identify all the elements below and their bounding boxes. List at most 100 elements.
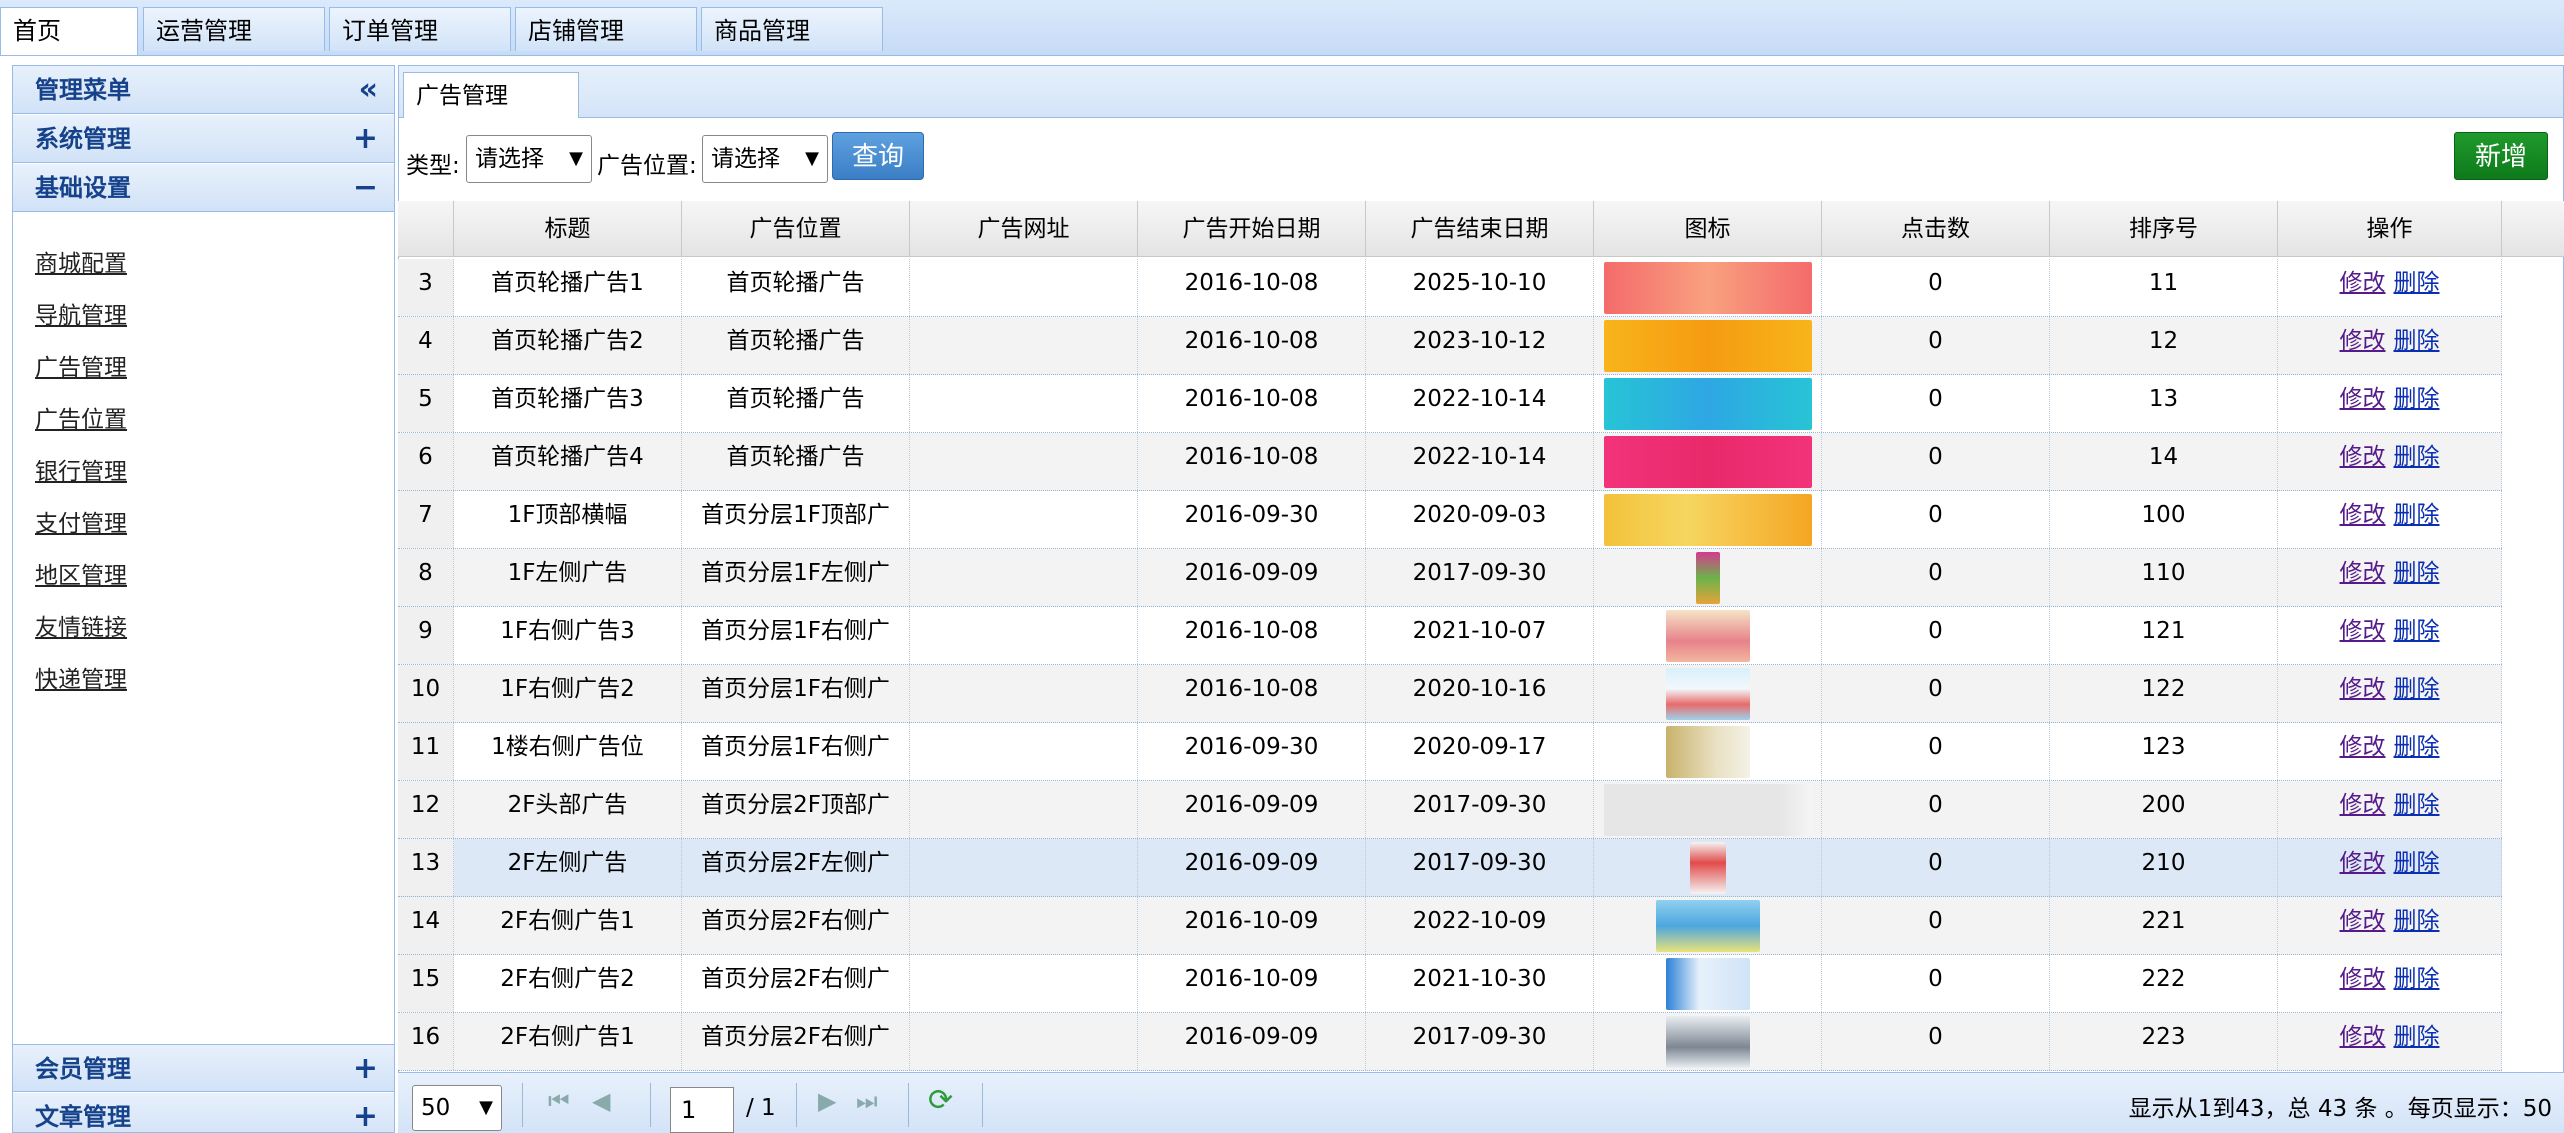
page-size-select[interactable]: 50 ▼ [412, 1085, 502, 1131]
edit-link[interactable]: 修改 [2340, 502, 2386, 528]
header-start-date[interactable]: 广告开始日期 [1138, 201, 1366, 257]
row-number: 10 [398, 665, 454, 722]
ad-thumbnail-image [1604, 436, 1812, 488]
edit-link[interactable]: 修改 [2340, 966, 2386, 992]
top-tab-operations[interactable]: 运营管理 [143, 7, 325, 51]
prev-page-icon[interactable]: ◀ [592, 1087, 610, 1115]
edit-link[interactable]: 修改 [2340, 676, 2386, 702]
table-row[interactable]: 3 首页轮播广告1 首页轮播广告 2016-10-08 2025-10-10 0 11 修改删… [398, 259, 2502, 317]
cell-actions: 修改 删除 [2278, 433, 2502, 490]
edit-link[interactable]: 修改 [2340, 328, 2386, 354]
cell-position: 首页轮播广告 [682, 433, 910, 490]
top-tab-home[interactable]: 首页 [0, 7, 138, 55]
cell-icon [1594, 491, 1822, 548]
sidebar-link-nav-manage[interactable]: 导航管理 [35, 296, 127, 330]
cell-order: 223 [2050, 1013, 2278, 1070]
edit-link[interactable]: 修改 [2340, 1024, 2386, 1050]
sidebar-group-basic-settings[interactable]: 基础设置 − [13, 164, 394, 212]
cell-icon [1594, 607, 1822, 664]
ad-thumbnail-image [1666, 958, 1750, 1010]
table-row[interactable]: 14 2F右侧广告1 首页分层2F右侧广 2016-10-09 2022-10-09 0 2… [398, 897, 2502, 955]
delete-link[interactable]: 删除 [2394, 502, 2440, 528]
sidebar-link-ad-position[interactable]: 广告位置 [35, 400, 127, 434]
sidebar-title[interactable]: 管理菜单 « [13, 66, 394, 114]
edit-link[interactable]: 修改 [2340, 270, 2386, 296]
sidebar-link-mall-config[interactable]: 商城配置 [35, 244, 127, 278]
collapse-group-icon[interactable]: − [353, 164, 378, 212]
cell-end-date: 2022-10-14 [1366, 375, 1594, 432]
table-row[interactable]: 16 2F右侧广告1 首页分层2F右侧广 2016-09-09 2017-09-30 0 2… [398, 1013, 2502, 1071]
table-row[interactable]: 12 2F头部广告 首页分层2F顶部广 2016-09-09 2017-09-30 0 20… [398, 781, 2502, 839]
sidebar-link-express-manage[interactable]: 快递管理 [35, 660, 127, 694]
table-row[interactable]: 11 1楼右侧广告位 首页分层1F右侧广 2016-09-30 2020-09-17 0 1… [398, 723, 2502, 781]
table-row[interactable]: 8 1F左侧广告 首页分层1F左侧广 2016-09-09 2017-09-30 0 110… [398, 549, 2502, 607]
sidebar-link-friend-links[interactable]: 友情链接 [35, 608, 127, 642]
last-page-icon[interactable]: ⏭ [856, 1087, 878, 1115]
pager-separator [522, 1083, 523, 1127]
next-page-icon[interactable]: ▶ [818, 1087, 836, 1115]
edit-link[interactable]: 修改 [2340, 444, 2386, 470]
header-title[interactable]: 标题 [454, 201, 682, 257]
delete-link[interactable]: 删除 [2394, 560, 2440, 586]
delete-link[interactable]: 删除 [2394, 676, 2440, 702]
refresh-icon[interactable]: ⟳ [928, 1083, 953, 1118]
cell-position: 首页轮播广告 [682, 259, 910, 316]
delete-link[interactable]: 删除 [2394, 1024, 2440, 1050]
table-row[interactable]: 5 首页轮播广告3 首页轮播广告 2016-10-08 2022-10-14 0 13 修改删… [398, 375, 2502, 433]
delete-link[interactable]: 删除 [2394, 908, 2440, 934]
delete-link[interactable]: 删除 [2394, 328, 2440, 354]
header-order[interactable]: 排序号 [2050, 201, 2278, 257]
expand-icon[interactable]: + [353, 1045, 378, 1093]
first-page-icon[interactable]: ⏮ [548, 1087, 570, 1115]
table-row[interactable]: 10 1F右侧广告2 首页分层1F右侧广 2016-10-08 2020-10-16 0 1… [398, 665, 2502, 723]
header-clicks[interactable]: 点击数 [1822, 201, 2050, 257]
delete-link[interactable]: 删除 [2394, 792, 2440, 818]
delete-link[interactable]: 删除 [2394, 734, 2440, 760]
delete-link[interactable]: 删除 [2394, 270, 2440, 296]
sidebar-link-region-manage[interactable]: 地区管理 [35, 556, 127, 590]
cell-url [910, 259, 1138, 316]
header-url[interactable]: 广告网址 [910, 201, 1138, 257]
table-row[interactable]: 7 1F顶部横幅 首页分层1F顶部广 2016-09-30 2020-09-03 0 100… [398, 491, 2502, 549]
table-row[interactable]: 9 1F右侧广告3 首页分层1F右侧广 2016-10-08 2021-10-07 0 12… [398, 607, 2502, 665]
sidebar-group-label: 会员管理 [35, 1055, 131, 1083]
expand-icon[interactable]: + [353, 1093, 378, 1132]
pager: 50 ▼ ⏮ ◀ 1 / 1 ▶ ⏭ ⟳ 显示从1到43，总 43 条 。每页显… [398, 1072, 2564, 1133]
sidebar-group-members[interactable]: 会员管理 + [13, 1044, 394, 1092]
collapse-icon[interactable]: « [359, 66, 378, 114]
delete-link[interactable]: 删除 [2394, 444, 2440, 470]
current-page-input[interactable]: 1 [670, 1087, 734, 1133]
edit-link[interactable]: 修改 [2340, 792, 2386, 818]
table-row[interactable]: 13 2F左侧广告 首页分层2F左侧广 2016-09-09 2017-09-30 0 21… [398, 839, 2502, 897]
table-row[interactable]: 4 首页轮播广告2 首页轮播广告 2016-10-08 2023-10-12 0 12 修改删… [398, 317, 2502, 375]
delete-link[interactable]: 删除 [2394, 850, 2440, 876]
edit-link[interactable]: 修改 [2340, 618, 2386, 644]
table-row[interactable]: 15 2F右侧广告2 首页分层2F右侧广 2016-10-09 2021-10-30 0 2… [398, 955, 2502, 1013]
grid-header: 标题 广告位置 广告网址 广告开始日期 广告结束日期 图标 点击数 排序号 操作 [398, 201, 2564, 257]
edit-link[interactable]: 修改 [2340, 560, 2386, 586]
cell-title: 首页轮播广告2 [454, 317, 682, 374]
grid-wrapper: 标题 广告位置 广告网址 广告开始日期 广告结束日期 图标 点击数 排序号 操作… [398, 0, 2564, 1133]
cell-url [910, 781, 1138, 838]
delete-link[interactable]: 删除 [2394, 966, 2440, 992]
table-row[interactable]: 6 首页轮播广告4 首页轮播广告 2016-10-08 2022-10-14 0 14 修改删… [398, 433, 2502, 491]
edit-link[interactable]: 修改 [2340, 734, 2386, 760]
delete-link[interactable]: 删除 [2394, 386, 2440, 412]
cell-title: 1F顶部横幅 [454, 491, 682, 548]
edit-link[interactable]: 修改 [2340, 386, 2386, 412]
cell-url [910, 433, 1138, 490]
edit-link[interactable]: 修改 [2340, 850, 2386, 876]
sidebar-link-bank-manage[interactable]: 银行管理 [35, 452, 127, 486]
sidebar-link-payment-manage[interactable]: 支付管理 [35, 504, 127, 538]
header-icon[interactable]: 图标 [1594, 201, 1822, 257]
sidebar-link-ad-manage[interactable]: 广告管理 [35, 348, 127, 382]
cell-icon [1594, 549, 1822, 606]
expand-icon[interactable]: + [353, 115, 378, 163]
header-end-date[interactable]: 广告结束日期 [1366, 201, 1594, 257]
sidebar-group-system[interactable]: 系统管理 + [13, 115, 394, 163]
sidebar-group-articles[interactable]: 文章管理 + [13, 1093, 394, 1132]
edit-link[interactable]: 修改 [2340, 908, 2386, 934]
header-position[interactable]: 广告位置 [682, 201, 910, 257]
cell-icon [1594, 259, 1822, 316]
delete-link[interactable]: 删除 [2394, 618, 2440, 644]
